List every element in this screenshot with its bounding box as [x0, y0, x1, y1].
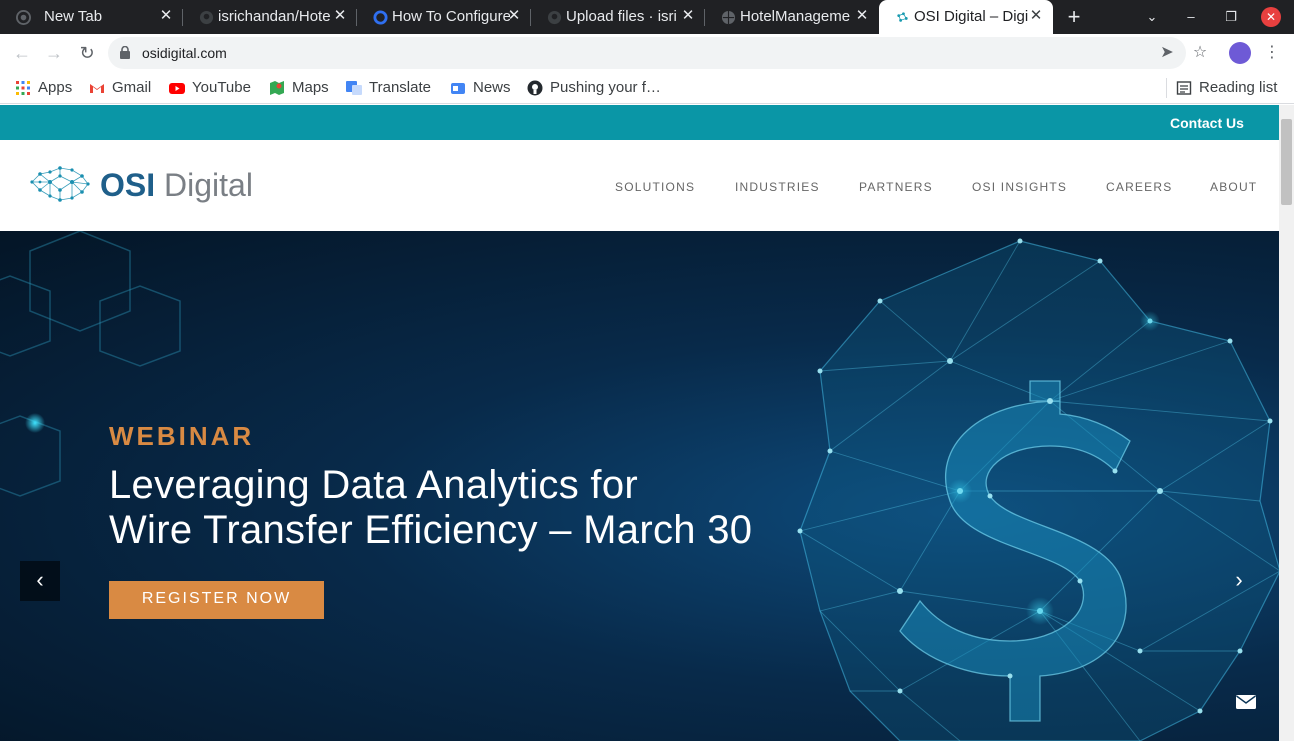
mail-icon[interactable]	[1236, 695, 1256, 709]
translate-icon	[346, 81, 362, 95]
tab-title: New Tab	[44, 8, 103, 25]
nav-about[interactable]: ABOUT	[1210, 180, 1257, 194]
github-icon	[547, 10, 562, 25]
bookmark-label: Gmail	[112, 79, 152, 96]
tab-how-to-configure[interactable]: How To Configure ✕	[357, 0, 531, 34]
bookmarks-divider	[1166, 78, 1167, 98]
carousel-prev-arrow-icon[interactable]: ‹	[20, 561, 60, 601]
tab-title: OSI Digital – Digi	[914, 8, 1029, 25]
back-arrow-icon[interactable]: ←	[11, 42, 33, 64]
web-page: Contact Us OSI Digital SOLUTIONS INDUSTR…	[0, 105, 1279, 741]
reload-icon[interactable]: ↻	[76, 42, 98, 64]
minimize-icon[interactable]: –	[1182, 8, 1200, 26]
contact-us-link[interactable]: Contact Us	[1170, 115, 1244, 131]
browser-toolbar: ← → ↻ osidigital.com ➤ ☆ ⋮	[0, 34, 1294, 72]
hero-eyebrow: WEBINAR	[109, 421, 255, 451]
bookmark-star-icon[interactable]: ☆	[1190, 43, 1210, 63]
gear-dollar-wireframe	[797, 238, 1279, 741]
nav-careers[interactable]: CAREERS	[1106, 180, 1172, 194]
github-icon	[527, 80, 543, 96]
logo-network-icon	[30, 166, 90, 202]
tab-close-icon[interactable]: ✕	[1029, 7, 1043, 25]
site-header: OSI Digital SOLUTIONS INDUSTRIES PARTNER…	[0, 140, 1279, 231]
tab-osi-digital[interactable]: OSI Digital – Digi ✕	[879, 0, 1053, 34]
page-scrollbar[interactable]	[1279, 105, 1294, 741]
send-tab-icon[interactable]: ➤	[1157, 43, 1177, 63]
tab-title: How To Configure	[392, 8, 510, 25]
register-now-button[interactable]: REGISTER NOW	[109, 581, 324, 619]
address-bar[interactable]: osidigital.com ➤	[108, 37, 1186, 69]
tab-new-tab[interactable]: New Tab ✕	[0, 0, 183, 34]
tab-hotelmanagement[interactable]: HotelManageme ✕	[705, 0, 879, 34]
bookmark-label: YouTube	[192, 79, 251, 96]
digitalocean-icon	[373, 10, 388, 25]
maps-icon	[270, 81, 284, 95]
tab-close-icon[interactable]: ✕	[681, 7, 695, 25]
nav-industries[interactable]: INDUSTRIES	[735, 180, 820, 194]
nav-osi-insights[interactable]: OSI INSIGHTS	[972, 180, 1067, 194]
nav-solutions[interactable]: SOLUTIONS	[615, 180, 695, 194]
reading-list-icon	[1176, 81, 1192, 95]
profile-avatar-icon[interactable]	[1229, 42, 1251, 64]
tab-close-icon[interactable]: ✕	[333, 7, 347, 25]
carousel-next-arrow-icon[interactable]: ›	[1219, 561, 1259, 601]
tab-title: HotelManageme	[740, 8, 851, 25]
scrollbar-thumb[interactable]	[1281, 119, 1292, 205]
url-text[interactable]: osidigital.com	[142, 45, 227, 61]
apps-grid-icon	[16, 81, 30, 95]
bookmark-label: Maps	[292, 79, 329, 96]
news-icon	[451, 83, 465, 94]
hero-headline-line2: Wire Transfer Efficiency – March 30	[109, 508, 753, 552]
tab-upload-files[interactable]: Upload files · isric ✕	[531, 0, 705, 34]
svg-text:Digital: Digital	[164, 167, 253, 203]
tab-close-icon[interactable]: ✕	[159, 7, 173, 25]
maximize-icon[interactable]: ❐	[1222, 8, 1240, 26]
osi-digital-logo[interactable]: OSI Digital	[28, 160, 278, 210]
tab-close-icon[interactable]: ✕	[855, 7, 869, 25]
tab-close-icon[interactable]: ✕	[507, 7, 521, 25]
window-close-icon[interactable]: ✕	[1261, 7, 1281, 27]
utility-bar: Contact Us	[0, 105, 1279, 140]
bookmark-label: News	[473, 79, 511, 96]
tab-github-hote[interactable]: isrichandan/Hote ✕	[183, 0, 357, 34]
globe-icon	[721, 10, 736, 25]
new-tab-button[interactable]: +	[1063, 5, 1085, 29]
gmail-icon	[90, 84, 104, 93]
tab-search-chevron-icon[interactable]: ⌄	[1143, 8, 1161, 26]
svg-text:OSI: OSI	[100, 167, 155, 203]
tab-title: isrichandan/Hote	[218, 8, 331, 25]
bookmark-label: Pushing your f…	[550, 79, 661, 96]
hexagon-pattern	[0, 231, 181, 497]
lock-icon[interactable]	[120, 46, 130, 59]
menu-kebab-icon[interactable]: ⋮	[1262, 43, 1282, 63]
chrome-icon	[16, 10, 31, 25]
hero-carousel: WEBINAR Leveraging Data Analytics for Wi…	[0, 231, 1279, 741]
hero-headline-line1: Leveraging Data Analytics for	[109, 463, 638, 507]
nav-partners[interactable]: PARTNERS	[859, 180, 933, 194]
bookmark-label: Translate	[369, 79, 431, 96]
reading-list-label: Reading list	[1199, 79, 1278, 96]
forward-arrow-icon[interactable]: →	[43, 42, 65, 64]
youtube-icon	[169, 83, 185, 94]
osi-icon	[897, 12, 908, 22]
bookmark-label: Apps	[38, 79, 73, 96]
tab-title: Upload files · isric	[566, 8, 676, 25]
github-icon	[199, 10, 214, 25]
bookmarks-bar: Apps Gmail YouTube Maps Translate News P…	[0, 72, 1294, 104]
browser-tab-strip: New Tab ✕ isrichandan/Hote ✕ How To Conf…	[0, 0, 1294, 34]
